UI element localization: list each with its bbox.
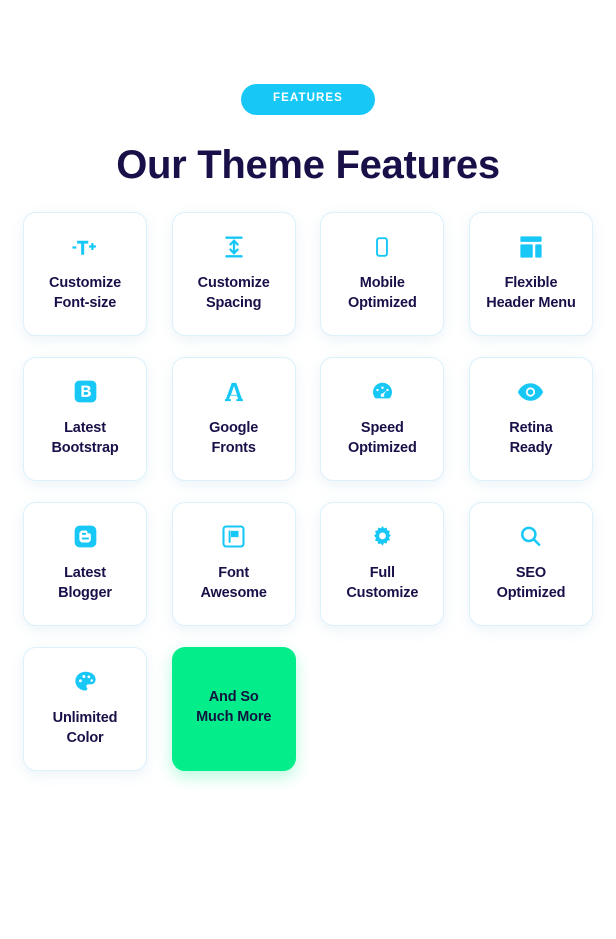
- feature-card[interactable]: Flexible Header Menu: [468, 211, 593, 336]
- feature-card-label: Speed Optimized: [347, 419, 417, 456]
- feature-card-label: SEO Optimized: [496, 564, 566, 601]
- page-title: Our Theme Features: [116, 142, 500, 187]
- feature-card[interactable]: Mobile Optimized: [320, 211, 445, 336]
- feature-card[interactable]: Font Awesome: [171, 501, 296, 626]
- feature-card-label: Latest Blogger: [58, 564, 112, 601]
- palette-icon: [73, 667, 98, 697]
- features-grid: Customize Font-size Customize Spacing Mo…: [23, 211, 593, 771]
- arrows-vertical-icon: [221, 232, 247, 262]
- feature-card-label: Retina Ready: [509, 419, 553, 456]
- font-letter-a-icon: [221, 377, 247, 407]
- section-header: FEATURES Our Theme Features: [0, 84, 616, 186]
- feature-card-label: Full Customize: [346, 564, 419, 601]
- feature-card-label: Mobile Optimized: [347, 274, 417, 311]
- font-awesome-flag-icon: [221, 522, 246, 552]
- feature-card[interactable]: Google Fronts: [171, 356, 296, 481]
- bootstrap-logo-icon: [73, 377, 98, 407]
- feature-card-label: Font Awesome: [200, 564, 267, 601]
- feature-card[interactable]: Retina Ready: [468, 356, 593, 481]
- feature-card[interactable]: Unlimited Color: [23, 646, 147, 771]
- text-height-icon: [71, 232, 99, 262]
- blogger-logo-icon: [73, 522, 98, 552]
- feature-card[interactable]: Speed Optimized: [320, 356, 445, 481]
- feature-card-label: Google Fronts: [209, 419, 259, 456]
- magnifier-icon: [518, 522, 543, 552]
- feature-card-label: Flexible Header Menu: [486, 274, 576, 311]
- speedometer-icon: [370, 377, 395, 407]
- feature-card[interactable]: Latest Bootstrap: [23, 356, 147, 481]
- feature-card[interactable]: And So Much More: [171, 646, 296, 771]
- layout-grid-icon: [518, 232, 544, 262]
- feature-card[interactable]: Full Customize: [320, 501, 445, 626]
- feature-card-label: And So Much More: [196, 688, 272, 725]
- feature-card[interactable]: Latest Blogger: [23, 501, 147, 626]
- feature-card[interactable]: Customize Spacing: [171, 211, 296, 336]
- feature-card-label: Unlimited Color: [52, 709, 118, 746]
- features-badge: FEATURES: [241, 84, 375, 115]
- gear-icon: [370, 522, 395, 552]
- feature-card[interactable]: SEO Optimized: [468, 501, 593, 626]
- feature-card-label: Latest Bootstrap: [51, 419, 119, 456]
- feature-card-label: Customize Font-size: [49, 274, 121, 311]
- feature-card-label: Customize Spacing: [197, 274, 270, 311]
- features-section: FEATURES Our Theme Features Customize Fo…: [0, 0, 616, 939]
- mobile-phone-icon: [371, 232, 393, 262]
- eye-icon: [517, 377, 544, 407]
- feature-card[interactable]: Customize Font-size: [23, 211, 147, 336]
